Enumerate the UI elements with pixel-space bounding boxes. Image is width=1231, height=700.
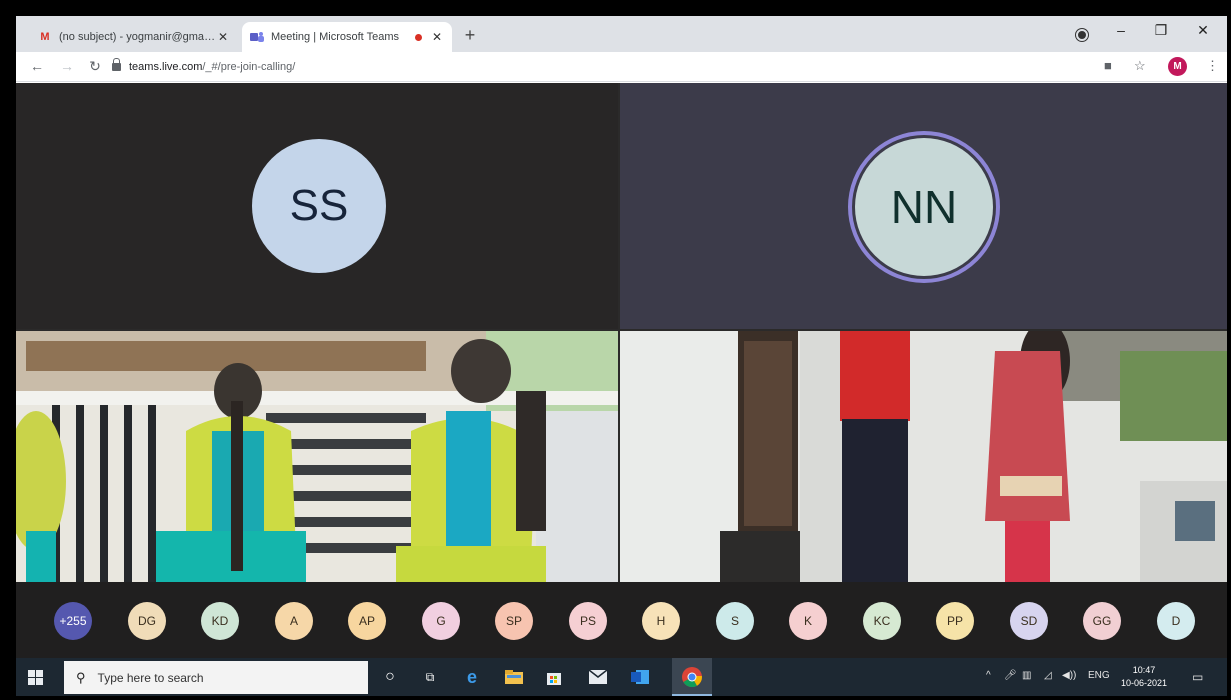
participant-avatar-chip[interactable]: GG — [1083, 602, 1121, 640]
close-window-button[interactable]: ✕ — [1188, 22, 1218, 39]
task-view-icon[interactable]: ⧉ — [420, 667, 440, 687]
clock-date: 10-06-2021 — [1120, 678, 1168, 688]
address-bar[interactable]: teams.live.com /_#/pre-join-calling/ — [112, 56, 1092, 78]
screenshot-frame: M (no subject) - yogmanir@gmail.c ✕ Meet… — [0, 0, 1231, 700]
network-icon[interactable]: ▥ — [1022, 670, 1031, 681]
participant-avatar-chip[interactable]: S — [716, 602, 754, 640]
taskbar-search-box[interactable]: ⚲ Type here to search — [64, 661, 368, 694]
participant-avatar-chip[interactable]: PP — [936, 602, 974, 640]
desktop-screen: M (no subject) - yogmanir@gmail.c ✕ Meet… — [16, 16, 1227, 696]
search-placeholder: Type here to search — [97, 670, 204, 685]
restore-button[interactable]: ❐ — [1146, 22, 1176, 39]
battery-icon[interactable]: ◿ — [1044, 670, 1052, 681]
video-feed-tile[interactable] — [16, 331, 618, 582]
profile-avatar[interactable]: M — [1168, 57, 1187, 76]
video-feed-tile[interactable] — [620, 331, 1227, 582]
participant-avatar-chip[interactable]: SD — [1010, 602, 1048, 640]
participant-avatar-chip[interactable]: SP — [495, 602, 533, 640]
participant-avatar-chip[interactable]: H — [642, 602, 680, 640]
new-tab-button[interactable]: + — [460, 25, 480, 46]
url-host: teams.live.com — [129, 61, 203, 73]
lock-icon — [112, 58, 121, 71]
camera-in-use-icon[interactable]: ■ — [1104, 58, 1112, 73]
mail-icon[interactable] — [588, 667, 608, 687]
reload-button[interactable]: ↻ — [86, 58, 104, 75]
show-hidden-icons-icon[interactable]: ^ — [986, 670, 991, 681]
participant-avatar-chip[interactable]: PS — [569, 602, 607, 640]
store-icon[interactable] — [544, 667, 564, 687]
participant-avatar-chip[interactable]: DG — [128, 602, 166, 640]
participant-strip: +255 DG KD A AP G SP PS H S K KC PP SD GG D — [16, 582, 1227, 658]
taskbar-clock[interactable]: 10:47 10-06-2021 — [1116, 664, 1172, 690]
browser-toolbar: ← → ↻ teams.live.com /_#/pre-join-callin… — [16, 52, 1227, 82]
participant-avatar-chip[interactable]: G — [422, 602, 460, 640]
chrome-taskbar-button[interactable] — [672, 658, 712, 696]
volume-icon[interactable]: ◀)) — [1062, 670, 1076, 681]
windows-start-icon[interactable] — [28, 670, 44, 685]
browser-tab-strip: M (no subject) - yogmanir@gmail.c ✕ Meet… — [16, 16, 1227, 52]
participant-avatar-chip[interactable]: AP — [348, 602, 386, 640]
edge-icon[interactable]: e — [462, 667, 482, 687]
close-tab-icon[interactable]: ✕ — [216, 30, 230, 44]
speaking-ring: NN — [848, 131, 1000, 283]
tab-title: (no subject) - yogmanir@gmail.c — [59, 31, 216, 43]
recording-indicator-icon — [415, 33, 422, 41]
word-icon[interactable] — [630, 667, 650, 687]
back-button[interactable]: ← — [28, 58, 46, 74]
minimize-button[interactable]: – — [1106, 22, 1136, 38]
bookmark-star-icon[interactable]: ☆ — [1134, 58, 1146, 74]
search-icon: ⚲ — [76, 669, 86, 685]
participant-avatar: SS — [252, 139, 386, 273]
participant-avatar-chip[interactable]: A — [275, 602, 313, 640]
participant-avatar-chip[interactable]: D — [1157, 602, 1195, 640]
tab-title: Meeting | Microsoft Teams — [271, 31, 399, 43]
participant-tile[interactable]: SS — [16, 83, 618, 329]
chrome-icon — [682, 667, 702, 687]
close-tab-icon[interactable]: ✕ — [430, 30, 444, 44]
participant-tile-speaking[interactable]: NN — [620, 83, 1227, 329]
file-explorer-icon[interactable] — [504, 667, 524, 687]
chrome-menu-icon[interactable]: ⋮ — [1206, 58, 1219, 74]
notification-center-icon[interactable]: ▭ — [1192, 670, 1203, 684]
chrome-profile-icon[interactable] — [1076, 29, 1088, 41]
tab-gmail[interactable]: M (no subject) - yogmanir@gmail.c ✕ — [30, 22, 238, 52]
participant-avatar-chip[interactable]: KC — [863, 602, 901, 640]
video-frame-image — [620, 331, 1227, 582]
tab-teams[interactable]: Meeting | Microsoft Teams ✕ — [242, 22, 452, 52]
clock-time: 10:47 — [1132, 665, 1156, 675]
participant-avatar-chip[interactable]: K — [789, 602, 827, 640]
microphone-icon[interactable]: 🎤︎ — [1004, 670, 1017, 681]
windows-taskbar: ⚲ Type here to search ○ ⧉ e ^ 🎤︎ ▥ ◿ ◀))… — [16, 658, 1227, 696]
cortana-icon[interactable]: ○ — [380, 667, 400, 687]
participant-avatar: NN — [855, 138, 993, 276]
forward-button[interactable]: → — [58, 58, 76, 74]
gmail-icon: M — [40, 31, 50, 43]
teams-icon — [250, 31, 264, 43]
url-path: /_#/pre-join-calling/ — [202, 61, 296, 73]
video-frame-image — [16, 331, 618, 582]
participant-avatar-chip[interactable]: +255 — [54, 602, 92, 640]
input-language[interactable]: ENG — [1088, 670, 1110, 681]
meeting-stage: SS NN — [16, 83, 1227, 582]
participant-avatar-chip[interactable]: KD — [201, 602, 239, 640]
